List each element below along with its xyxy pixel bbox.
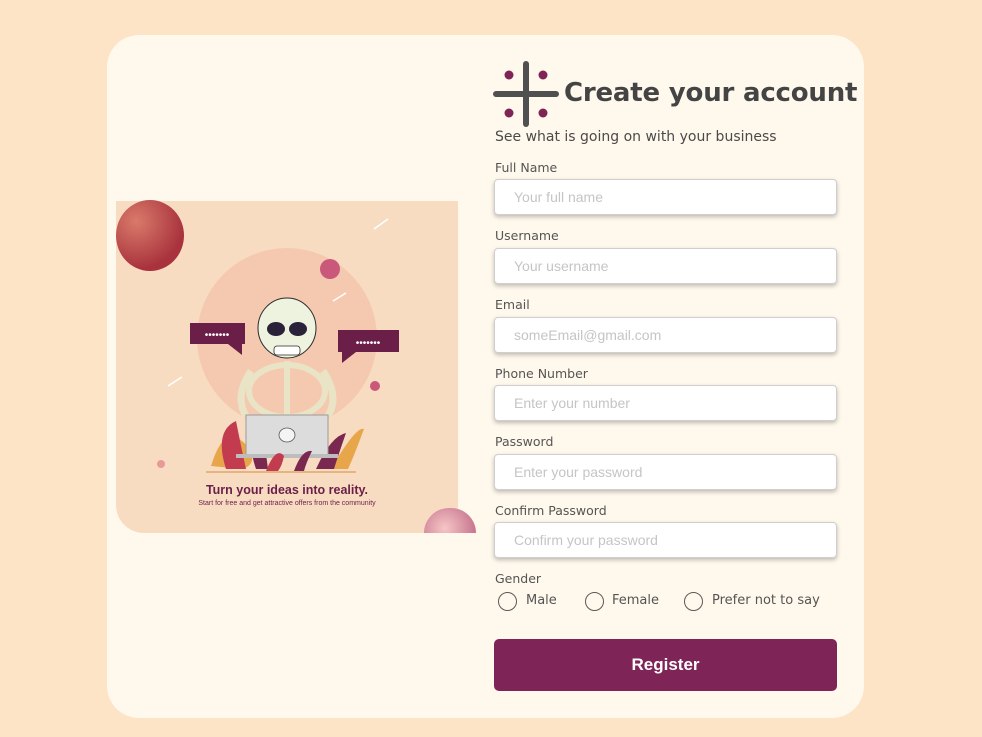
laptop-icon	[236, 414, 338, 458]
confirm-password-input[interactable]	[494, 522, 837, 558]
gender-option-label: Female	[612, 593, 660, 608]
username-input[interactable]	[494, 248, 837, 284]
gender-radio-prefer-not[interactable]	[684, 592, 703, 611]
full-name-input[interactable]	[494, 179, 837, 215]
register-button[interactable]: Register	[494, 639, 837, 691]
svg-text:•••••••: •••••••	[356, 338, 381, 349]
password-input[interactable]	[494, 454, 837, 490]
page-subtitle: See what is going on with your business	[495, 129, 777, 145]
email-label: Email	[495, 297, 530, 312]
gender-option-label: Male	[526, 593, 557, 608]
full-name-label: Full Name	[495, 160, 558, 175]
phone-input[interactable]	[494, 385, 837, 421]
username-label: Username	[495, 228, 559, 243]
confirm-password-label: Confirm Password	[495, 503, 607, 518]
gender-radio-female[interactable]	[585, 592, 604, 611]
planet-icon	[116, 200, 184, 271]
small-planet-icon	[370, 381, 380, 391]
sparkle-line	[373, 218, 389, 230]
email-input[interactable]	[494, 317, 837, 353]
gender-label: Gender	[495, 571, 542, 586]
password-label: Password	[495, 434, 554, 449]
dot-icon	[157, 460, 165, 468]
page-title: Create your account	[564, 78, 858, 108]
svg-text:•••••••: •••••••	[205, 330, 230, 341]
logo-icon	[493, 61, 559, 127]
phone-label: Phone Number	[495, 366, 588, 381]
gender-option-label: Prefer not to say	[712, 593, 820, 608]
sparkle-line	[167, 376, 183, 387]
illustration-subtitle: Start for free and get attractive offers…	[198, 500, 376, 507]
illustration-title: Turn your ideas into reality.	[205, 483, 369, 497]
gender-radio-male[interactable]	[498, 592, 517, 611]
planet-icon	[320, 259, 340, 279]
